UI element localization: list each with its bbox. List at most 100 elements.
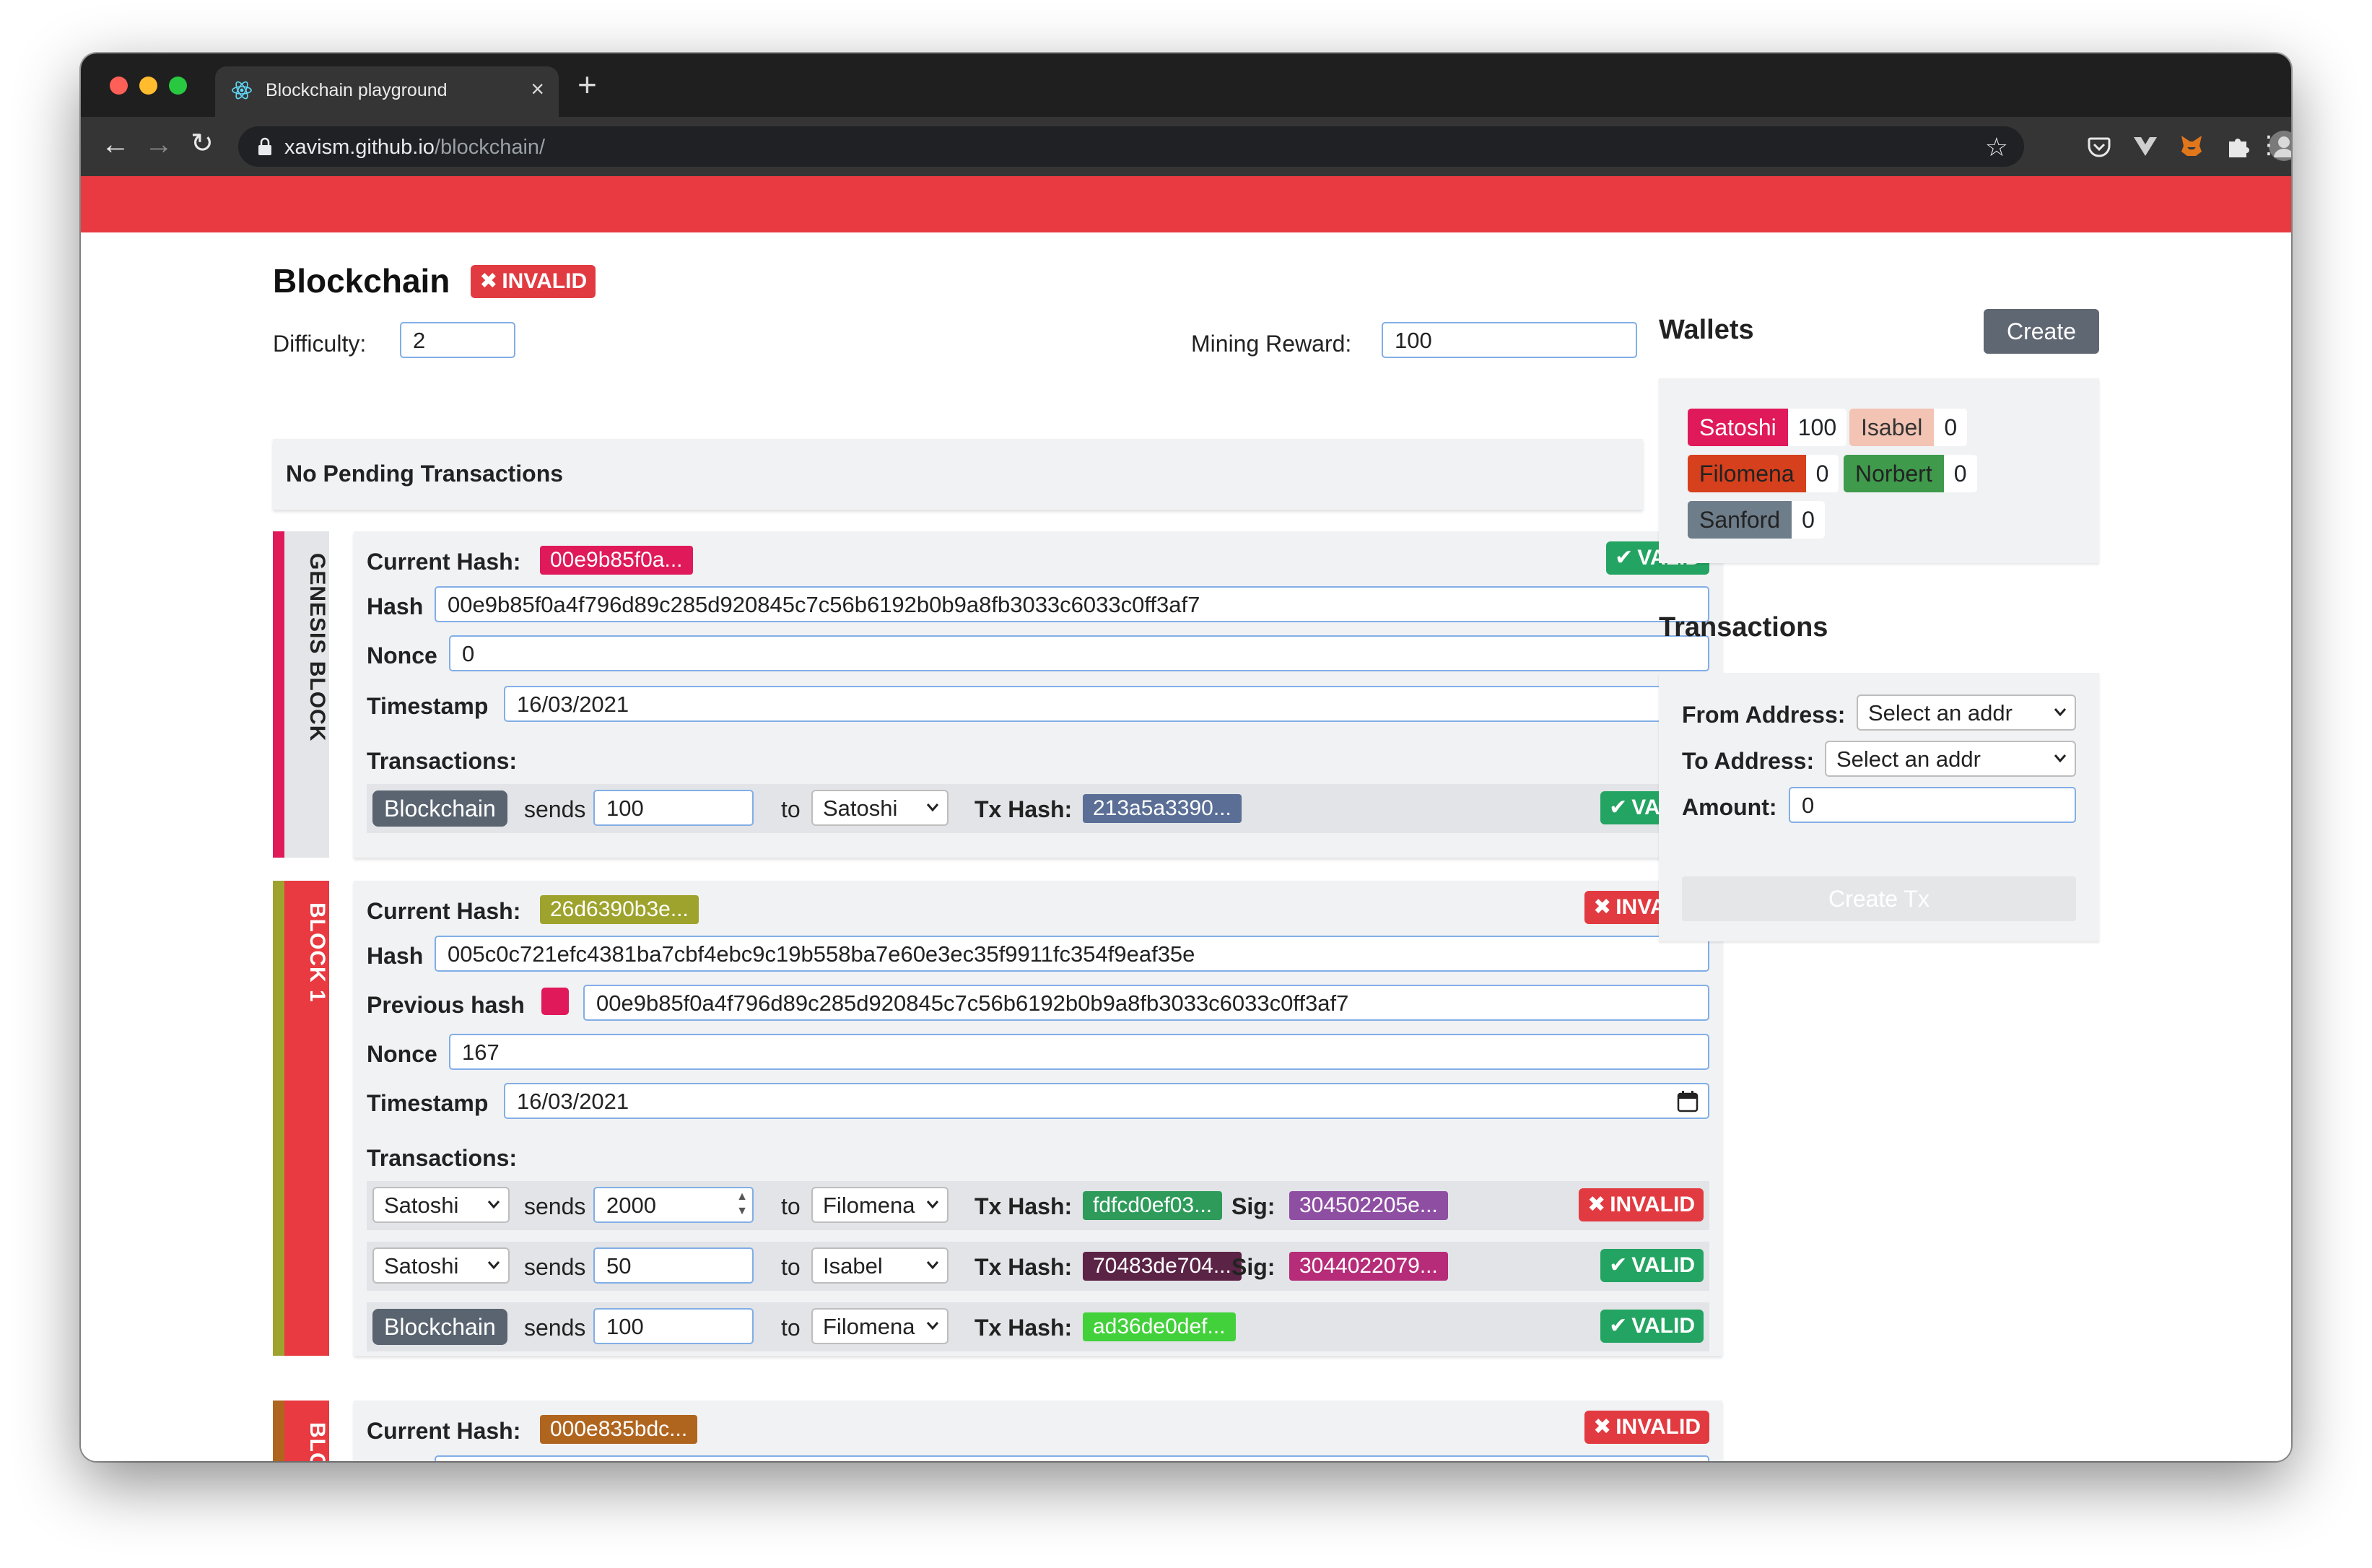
reload-icon[interactable]: ↻ xyxy=(191,130,214,157)
block-2-accent xyxy=(273,1401,284,1461)
browser-window: Blockchain playground × + ← → ↻ xavism.g… xyxy=(81,53,2291,1461)
page-title: Blockchain ✖ INVALID xyxy=(273,261,596,300)
tx-amount-input[interactable]: 100 xyxy=(593,1308,754,1344)
mining-reward-input[interactable]: 100 xyxy=(1382,322,1637,358)
check-icon: ✔ xyxy=(1609,1314,1628,1338)
browser-tab[interactable]: Blockchain playground × xyxy=(215,66,559,117)
forward-icon[interactable]: → xyxy=(144,130,173,159)
block-2-card: Current Hash: 000e835bdc... ✖INVALID Has… xyxy=(354,1401,1722,1461)
timestamp-label: Timestamp xyxy=(367,1090,489,1116)
calendar-icon[interactable] xyxy=(1676,1090,1699,1113)
close-window-button[interactable] xyxy=(110,77,128,95)
tx-to-select[interactable]: Filomena xyxy=(811,1187,949,1223)
tx-from-value: Satoshi xyxy=(384,1253,459,1279)
wallet-chip[interactable]: Sanford 0 xyxy=(1688,501,1825,539)
genesis-block-strip: GENESIS BLOCK xyxy=(273,531,329,858)
hash-input[interactable]: 000e835bdcb5577b21d1a4c86bb342898c3fdb66… xyxy=(435,1455,1709,1461)
blockchain-status-text: INVALID xyxy=(502,269,588,293)
url-field[interactable]: xavism.github.io/blockchain/ ☆ xyxy=(238,126,2024,167)
lock-icon xyxy=(258,137,271,155)
page-title-text: Blockchain xyxy=(273,262,450,300)
chevron-down-icon xyxy=(2054,754,2067,763)
chevron-down-icon xyxy=(926,1322,939,1330)
extensions-puzzle-icon[interactable] xyxy=(2223,131,2252,160)
check-icon: ✔ xyxy=(1609,1253,1628,1277)
amount-input[interactable]: 0 xyxy=(1789,787,2076,823)
to-label: to xyxy=(781,796,801,822)
difficulty-input[interactable]: 2 xyxy=(400,322,515,358)
pocket-icon[interactable] xyxy=(2085,131,2114,160)
tx-from-select[interactable]: Satoshi xyxy=(372,1247,510,1284)
transaction-row: Blockchain sends 100 to Filomena Tx Hash… xyxy=(367,1302,1709,1351)
create-tx-button[interactable]: Create Tx xyxy=(1682,876,2076,921)
wallet-balance: 0 xyxy=(1792,501,1825,539)
tx-to-value: Filomena xyxy=(823,1314,915,1339)
address-bar: ← → ↻ xavism.github.io/blockchain/ ☆ ⋮ xyxy=(81,117,2291,176)
timestamp-input[interactable]: 16/03/2021 xyxy=(504,686,1709,722)
timestamp-value: 16/03/2021 xyxy=(517,1089,629,1114)
sends-label: sends xyxy=(524,1315,586,1341)
tx-from-text: Blockchain xyxy=(372,790,507,827)
difficulty-label: Difficulty: xyxy=(273,331,367,357)
previous-hash-color-swatch xyxy=(541,988,569,1015)
pending-transactions-text: No Pending Transactions xyxy=(286,461,564,487)
wallet-chip[interactable]: Norbert 0 xyxy=(1844,455,1977,492)
tx-to-select[interactable]: Filomena xyxy=(811,1308,949,1344)
block-1-strip: BLOCK 1 xyxy=(273,881,329,1356)
nonce-input[interactable]: 167 xyxy=(449,1034,1709,1070)
tx-amount-input[interactable]: 50 xyxy=(593,1247,754,1284)
minimize-window-button[interactable] xyxy=(139,77,157,95)
wallet-chip[interactable]: Isabel 0 xyxy=(1849,409,1968,446)
back-icon[interactable]: ← xyxy=(101,130,130,159)
metamask-fox-icon[interactable] xyxy=(2177,131,2206,160)
transaction-row: Satoshi sends 50 to Isabel Tx Hash: 7048… xyxy=(367,1242,1709,1291)
tab-bar: Blockchain playground × + xyxy=(81,53,2291,117)
tx-to-value: Isabel xyxy=(823,1253,883,1279)
chrome-menu-icon[interactable]: ⋮ xyxy=(2257,133,2281,157)
to-label: to xyxy=(781,1254,801,1280)
timestamp-input[interactable]: 16/03/2021 xyxy=(504,1083,1709,1119)
current-hash-chip: 26d6390b3e... xyxy=(540,895,699,924)
check-icon: ✔ xyxy=(1615,546,1634,570)
amount-label: Amount: xyxy=(1682,794,1777,820)
from-address-select[interactable]: Select an addr xyxy=(1857,694,2076,731)
previous-hash-input[interactable]: 00e9b85f0a4f796d89c285d920845c7c56b6192b… xyxy=(583,985,1709,1021)
tx-amount-input[interactable]: 100 xyxy=(593,790,754,826)
tx-status-text: VALID xyxy=(1631,1253,1695,1277)
tx-to-select[interactable]: Satoshi xyxy=(811,790,949,826)
tx-status-text: INVALID xyxy=(1610,1193,1695,1216)
tx-amount-input[interactable]: 2000 ▲ ▼ xyxy=(593,1187,754,1223)
tx-status-text: VALID xyxy=(1631,1314,1695,1338)
sends-label: sends xyxy=(524,796,586,822)
new-tab-button[interactable]: + xyxy=(577,68,597,101)
tx-to-select[interactable]: Isabel xyxy=(811,1247,949,1284)
tab-close-icon[interactable]: × xyxy=(531,77,544,100)
sig-label: Sig: xyxy=(1231,1193,1276,1219)
stepper-arrows-icon[interactable]: ▲ ▼ xyxy=(736,1190,748,1219)
transactions-label: Transactions: xyxy=(367,1145,518,1171)
maximize-window-button[interactable] xyxy=(169,77,187,95)
block-1-card: Current Hash: 26d6390b3e... ✖INVALID Has… xyxy=(354,881,1722,1356)
sends-label: sends xyxy=(524,1254,586,1280)
sig-label: Sig: xyxy=(1231,1254,1276,1280)
bookmark-star-icon[interactable]: ☆ xyxy=(1985,132,2008,162)
tx-from-select[interactable]: Satoshi xyxy=(372,1187,510,1223)
wallet-chip[interactable]: Filomena 0 xyxy=(1688,455,1839,492)
wallet-name: Isabel xyxy=(1849,409,1935,446)
block-1-accent xyxy=(273,881,284,1356)
to-address-select[interactable]: Select an addr xyxy=(1825,741,2076,777)
hash-input[interactable]: 00e9b85f0a4f796d89c285d920845c7c56b6192b… xyxy=(435,586,1709,622)
chevron-down-icon xyxy=(2054,708,2067,717)
to-label: to xyxy=(781,1193,801,1219)
create-wallet-button[interactable]: Create xyxy=(1984,309,2099,354)
wallet-chip[interactable]: Satoshi 100 xyxy=(1688,409,1847,446)
tx-from-text: Blockchain xyxy=(372,1309,507,1345)
vue-devtools-icon[interactable] xyxy=(2131,131,2160,160)
block-2-strip: BLOCK 2 xyxy=(273,1401,329,1461)
block-status-badge: ✖INVALID xyxy=(1584,1411,1709,1444)
hash-input[interactable]: 005c0c721efc4381ba7cbf4ebc9c19b558ba7e60… xyxy=(435,936,1709,972)
from-address-label: From Address: xyxy=(1682,702,1846,728)
nonce-input[interactable]: 0 xyxy=(449,635,1709,671)
to-address-value: Select an addr xyxy=(1836,746,1981,772)
tx-to-value: Filomena xyxy=(823,1193,915,1218)
